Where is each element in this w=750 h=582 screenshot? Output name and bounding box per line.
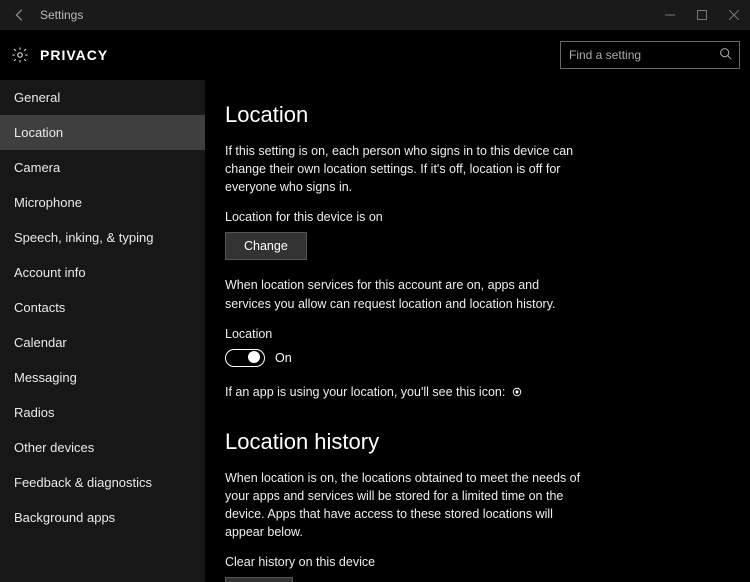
sidebar-item-location[interactable]: Location <box>0 115 205 150</box>
back-arrow-icon <box>13 8 27 22</box>
location-toggle-label: Location <box>225 327 730 341</box>
sidebar-item-camera[interactable]: Camera <box>0 150 205 185</box>
page-title: PRIVACY <box>40 47 560 63</box>
icon-notice: If an app is using your location, you'll… <box>225 383 585 401</box>
page-header: PRIVACY <box>0 30 750 80</box>
sidebar-item-calendar[interactable]: Calendar <box>0 325 205 360</box>
sidebar-item-account-info[interactable]: Account info <box>0 255 205 290</box>
sidebar-item-background-apps[interactable]: Background apps <box>0 500 205 535</box>
close-button[interactable] <box>718 0 750 30</box>
minimize-icon <box>665 10 675 20</box>
location-heading: Location <box>225 102 730 128</box>
location-toggle-state: On <box>275 351 292 365</box>
maximize-button[interactable] <box>686 0 718 30</box>
sidebar-item-other-devices[interactable]: Other devices <box>0 430 205 465</box>
sidebar-item-speech-inking-typing[interactable]: Speech, inking, & typing <box>0 220 205 255</box>
close-icon <box>729 10 739 20</box>
titlebar: Settings <box>0 0 750 30</box>
window-title: Settings <box>40 8 83 22</box>
clear-button[interactable]: Clear <box>225 577 293 582</box>
minimize-button[interactable] <box>654 0 686 30</box>
services-description: When location services for this account … <box>225 276 585 312</box>
location-toggle[interactable] <box>225 349 265 367</box>
sidebar-item-radios[interactable]: Radios <box>0 395 205 430</box>
device-status-label: Location for this device is on <box>225 210 730 224</box>
back-button[interactable] <box>8 3 32 27</box>
location-description: If this setting is on, each person who s… <box>225 142 585 196</box>
clear-history-label: Clear history on this device <box>225 555 730 569</box>
sidebar-item-contacts[interactable]: Contacts <box>0 290 205 325</box>
maximize-icon <box>697 10 707 20</box>
location-indicator-icon <box>511 386 523 398</box>
sidebar: GeneralLocationCameraMicrophoneSpeech, i… <box>0 80 205 582</box>
history-heading: Location history <box>225 429 730 455</box>
sidebar-item-microphone[interactable]: Microphone <box>0 185 205 220</box>
sidebar-item-general[interactable]: General <box>0 80 205 115</box>
sidebar-item-feedback-diagnostics[interactable]: Feedback & diagnostics <box>0 465 205 500</box>
change-button[interactable]: Change <box>225 232 307 260</box>
history-description: When location is on, the locations obtai… <box>225 469 585 542</box>
search-input[interactable] <box>560 41 740 69</box>
window-controls <box>654 0 750 30</box>
settings-gear-icon <box>10 45 30 65</box>
content-area: Location If this setting is on, each per… <box>205 80 750 582</box>
sidebar-item-messaging[interactable]: Messaging <box>0 360 205 395</box>
